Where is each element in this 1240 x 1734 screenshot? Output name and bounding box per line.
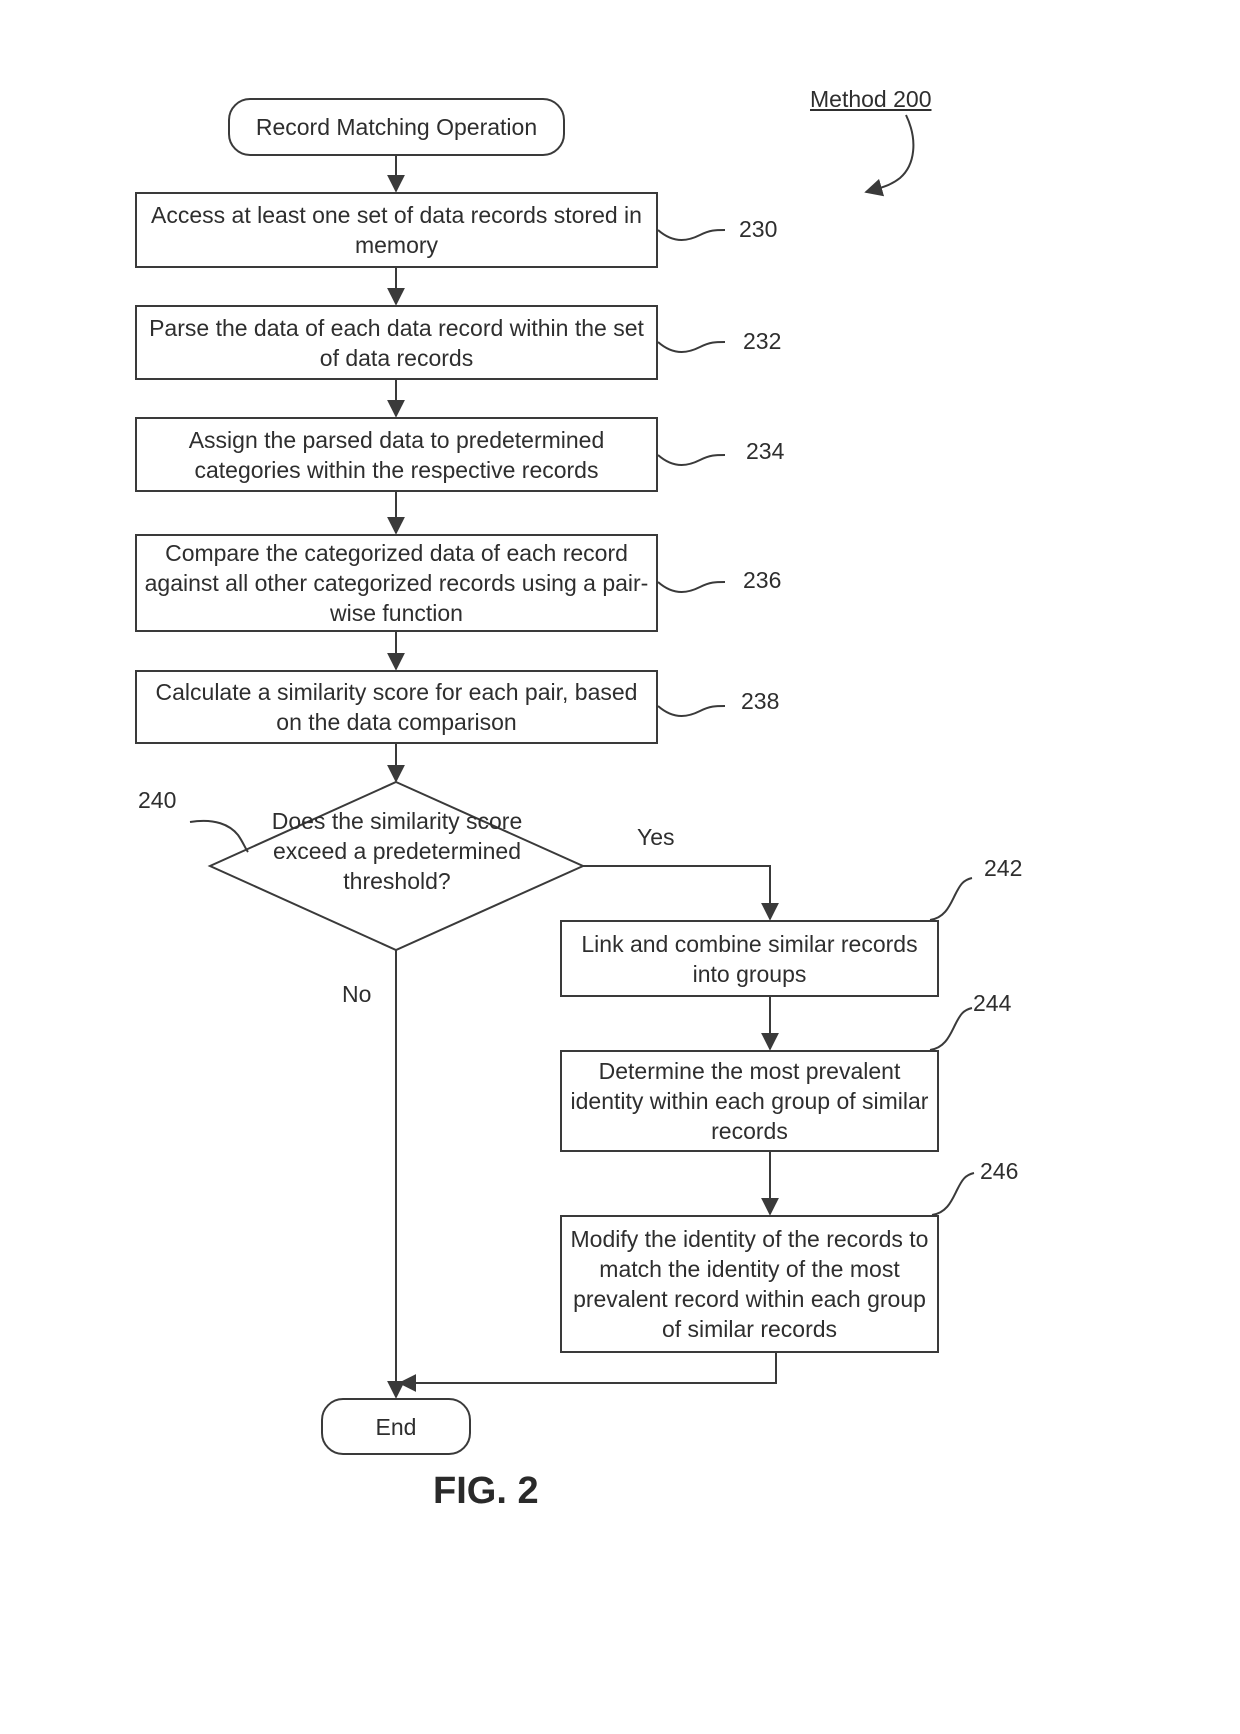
step-230-box: Access at least one set of data records …	[135, 192, 658, 268]
leader-232	[657, 341, 726, 353]
step-244-box: Determine the most prevalent identity wi…	[560, 1050, 939, 1152]
leader-246	[931, 1172, 975, 1216]
ref-246: 246	[980, 1158, 1019, 1184]
leader-236	[657, 581, 726, 593]
leader-230	[657, 229, 726, 241]
method-label: Method 200	[810, 86, 932, 112]
leader-234	[657, 454, 726, 466]
ref-240: 240	[138, 787, 177, 813]
method-arrow	[864, 114, 915, 197]
ref-230: 230	[739, 216, 778, 242]
end-terminal: End	[321, 1398, 471, 1455]
ref-244: 244	[973, 990, 1012, 1016]
step-234-box: Assign the parsed data to predetermined …	[135, 417, 658, 492]
leader-238	[657, 705, 726, 717]
step-232-box: Parse the data of each data record withi…	[135, 305, 658, 380]
no-label: No	[342, 981, 372, 1007]
yes-label: Yes	[637, 824, 675, 850]
step-242-box: Link and combine similar records into gr…	[560, 920, 939, 997]
leader-242	[929, 877, 973, 921]
ref-236: 236	[743, 567, 782, 593]
decision-text: Does the similarity score exceed a prede…	[271, 808, 523, 894]
arrow-246-to-end	[398, 1353, 777, 1392]
step-236-box: Compare the categorized data of each rec…	[135, 534, 658, 632]
start-terminal: Record Matching Operation	[228, 98, 565, 156]
leader-244	[929, 1007, 973, 1051]
ref-242: 242	[984, 855, 1023, 881]
ref-232: 232	[743, 328, 782, 354]
step-246-box: Modify the identity of the records to ma…	[560, 1215, 939, 1353]
step-238-box: Calculate a similarity score for each pa…	[135, 670, 658, 744]
arrow-yes-to-242	[583, 865, 779, 921]
leader-240	[189, 819, 249, 853]
figure-label: FIG. 2	[433, 1470, 539, 1512]
ref-238: 238	[741, 688, 780, 714]
ref-234: 234	[746, 438, 785, 464]
